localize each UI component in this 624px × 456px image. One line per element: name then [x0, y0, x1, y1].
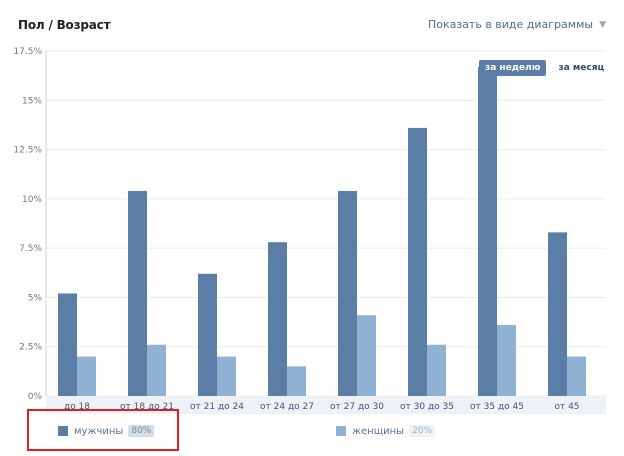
legend-swatch-women: [336, 426, 346, 436]
y-tick-label: 7.5%: [19, 244, 42, 254]
bar-men: [548, 232, 567, 396]
x-tick-label: от 45: [554, 402, 579, 412]
tab-week[interactable]: за неделю: [479, 60, 547, 76]
y-tick-label: 0%: [28, 392, 43, 402]
bar-men: [128, 190, 147, 396]
x-tick-label: от 21 до 24: [190, 402, 244, 412]
bar-women: [147, 344, 166, 396]
legend-label-women: женщины: [352, 425, 405, 437]
bar-women: [567, 356, 586, 396]
period-tabs: за неделю за месяц: [479, 60, 610, 76]
tab-month[interactable]: за месяц: [552, 60, 610, 76]
y-tick-label: 12.5%: [13, 146, 42, 156]
y-tick-label: 2.5%: [19, 343, 42, 353]
bar-men: [338, 190, 357, 396]
y-tick-label: 5%: [28, 293, 43, 303]
x-tick-label: от 35 до 45: [470, 402, 524, 412]
y-tick-label: 10%: [22, 195, 42, 205]
bar-men: [478, 66, 497, 397]
y-tick-label: 17.5%: [13, 47, 42, 57]
legend-percent-women: 20%: [409, 425, 436, 437]
bar-men: [198, 273, 217, 396]
bar-women: [287, 366, 306, 396]
bar-men: [408, 127, 427, 396]
legend-item-women[interactable]: женщины 20%: [336, 425, 436, 437]
bar-men: [268, 242, 287, 396]
x-tick-label: от 30 до 35: [400, 402, 454, 412]
y-tick-label: 15%: [22, 96, 42, 106]
bar-women: [497, 325, 516, 396]
x-tick-label: от 24 до 27: [260, 402, 314, 412]
bar-women: [427, 344, 446, 396]
bar-men: [58, 293, 77, 396]
legend-highlight-box: [27, 409, 179, 451]
x-tick-label: от 27 до 30: [330, 402, 384, 412]
bar-women: [217, 356, 236, 396]
bar-women: [77, 356, 96, 396]
bar-women: [357, 315, 376, 396]
